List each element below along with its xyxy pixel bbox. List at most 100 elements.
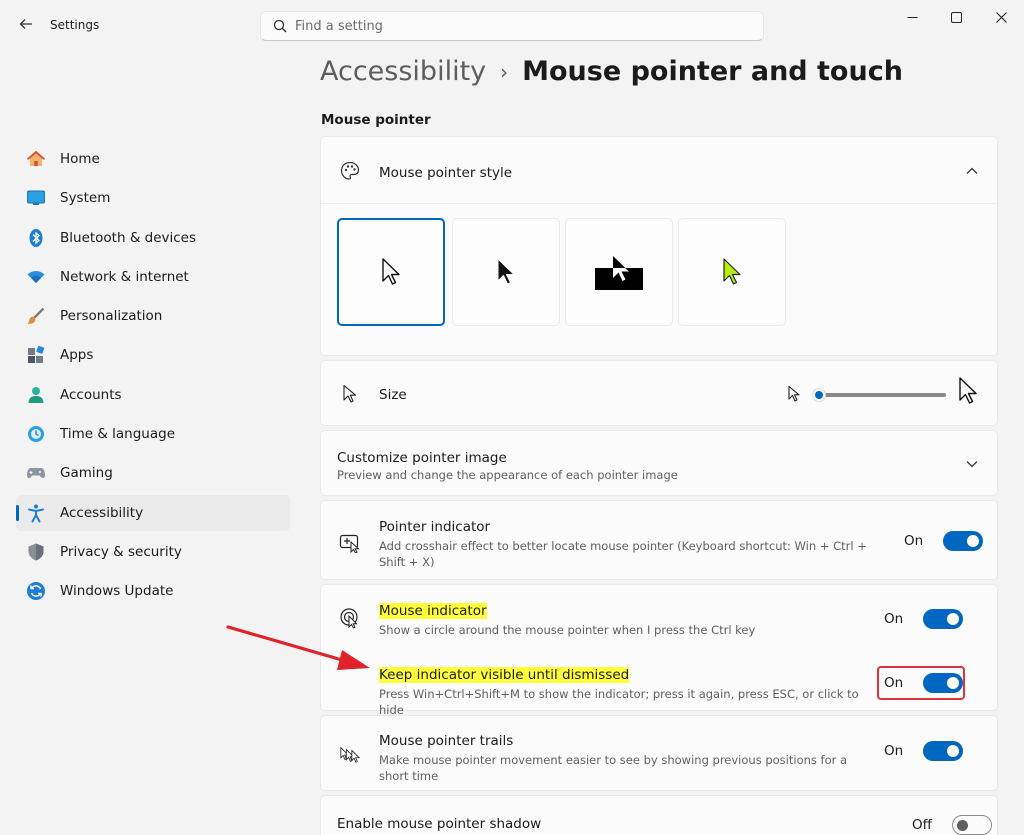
sidebar-item-label: Gaming <box>60 465 113 482</box>
pointer-style-white-option[interactable] <box>337 218 445 326</box>
sidebar-item-accounts[interactable]: Accounts <box>16 377 290 413</box>
size-slider-track[interactable] <box>818 393 946 397</box>
customize-desc: Preview and change the appearance of eac… <box>337 468 678 482</box>
size-slider-thumb[interactable] <box>812 388 826 402</box>
mouse-indicator-title-highlight: Mouse indicator <box>379 603 487 619</box>
customize-text: Customize pointer image Preview and chan… <box>337 450 678 483</box>
sidebar-item-label: Accounts <box>60 386 122 403</box>
keep-indicator-title-highlight: Keep indicator visible until dismissed <box>379 667 630 683</box>
pointer-trails-text: Mouse pointer trails Make mouse pointer … <box>379 733 849 784</box>
search-input[interactable] <box>295 18 725 34</box>
search-box[interactable] <box>260 11 764 41</box>
size-title: Size <box>379 387 407 403</box>
mouse-indicator-toggle[interactable] <box>923 609 964 629</box>
pointer-style-header[interactable]: Mouse pointer style <box>321 137 997 204</box>
sidebar-item-accessibility[interactable]: Accessibility <box>16 494 290 531</box>
custom-color-pointer-icon <box>723 258 741 285</box>
title-bar: Settings <box>0 0 1024 50</box>
pointer-shadow-toggle-group: Off <box>912 815 992 835</box>
system-icon <box>26 188 46 208</box>
sidebar-item-label: System <box>60 190 111 207</box>
sidebar-item-bluetooth[interactable]: Bluetooth & devices <box>16 220 290 256</box>
black-pointer-icon <box>497 258 515 285</box>
chevron-down-icon[interactable] <box>965 457 979 471</box>
brush-icon <box>26 306 46 326</box>
sidebar-item-label: Personalization <box>60 308 163 325</box>
annotation-highlight-box <box>877 666 965 700</box>
sidebar-item-label: Privacy & security <box>60 543 182 560</box>
network-icon <box>26 267 46 287</box>
mouse-indicator-state: On <box>884 611 904 627</box>
customize-pointer-card[interactable]: Customize pointer image Preview and chan… <box>320 430 998 496</box>
pointer-indicator-title: Pointer indicator <box>379 519 491 535</box>
inverted-pointer-icon <box>595 256 643 290</box>
pointer-shadow-card: Enable mouse pointer shadow Off <box>320 795 998 835</box>
mouse-indicator-title: Mouse indicator <box>379 603 879 619</box>
time-language-icon <box>26 424 46 444</box>
sidebar-nav: Home System Bluetooth & devices Network … <box>16 141 290 613</box>
customize-title: Customize pointer image <box>337 450 507 466</box>
pointer-indicator-toggle-group: On <box>904 531 984 551</box>
shield-icon <box>26 542 46 562</box>
pointer-trails-title: Mouse pointer trails <box>379 733 514 749</box>
sidebar-item-privacy-security[interactable]: Privacy & security <box>16 534 290 570</box>
mouse-indicator-toggle-group: On <box>884 609 964 629</box>
breadcrumb-parent-link[interactable]: Accessibility <box>320 56 486 87</box>
pointer-shadow-toggle[interactable] <box>951 815 992 835</box>
sidebar-item-home[interactable]: Home <box>16 141 290 177</box>
pointer-indicator-toggle[interactable] <box>943 531 984 551</box>
sidebar-item-system[interactable]: System <box>16 180 290 216</box>
close-icon <box>995 11 1007 23</box>
maximize-button[interactable] <box>941 6 971 28</box>
sidebar-item-label: Home <box>60 151 100 167</box>
back-button[interactable] <box>14 12 38 36</box>
search-icon <box>273 19 287 33</box>
breadcrumb-separator: › <box>500 59 509 84</box>
keep-indicator-text: Keep indicator visible until dismissed P… <box>379 667 879 718</box>
section-title: Mouse pointer <box>321 112 431 128</box>
sidebar-item-personalization[interactable]: Personalization <box>16 298 290 334</box>
crosshair-indicator-icon <box>339 532 361 554</box>
pointer-trails-icon <box>339 744 361 766</box>
sidebar-item-gaming[interactable]: Gaming <box>16 455 290 491</box>
back-arrow-icon <box>19 19 32 29</box>
pointer-style-custom-option[interactable] <box>678 218 786 326</box>
accounts-icon <box>26 385 46 405</box>
pointer-style-black-option[interactable] <box>452 218 560 326</box>
sidebar-item-time-language[interactable]: Time & language <box>16 416 290 452</box>
annotation-arrow <box>226 625 370 670</box>
pointer-trails-toggle[interactable] <box>923 741 964 761</box>
sidebar-item-apps[interactable]: Apps <box>16 337 290 373</box>
breadcrumb: Accessibility › Mouse pointer and touch <box>320 56 903 87</box>
sidebar-item-label: Bluetooth & devices <box>60 229 197 246</box>
sidebar-item-label: Accessibility <box>60 504 144 521</box>
apps-icon <box>26 345 46 365</box>
pointer-style-inverted-option[interactable] <box>565 218 673 326</box>
accessibility-icon <box>26 503 46 523</box>
pointer-shadow-state: Off <box>912 817 932 833</box>
maximize-icon <box>950 11 962 23</box>
sidebar-item-network[interactable]: Network & internet <box>16 259 290 295</box>
white-pointer-icon <box>382 258 400 285</box>
large-pointer-icon <box>959 377 977 404</box>
pointer-trails-desc: Make mouse pointer movement easier to se… <box>379 753 848 783</box>
pointer-indicator-text: Pointer indicator Add crosshair effect t… <box>379 519 879 570</box>
palette-icon <box>339 160 361 182</box>
pointer-trails-state: On <box>884 743 904 759</box>
close-button[interactable] <box>986 6 1016 28</box>
pointer-style-title: Mouse pointer style <box>379 165 513 181</box>
minimize-button[interactable] <box>897 6 927 28</box>
keep-indicator-title: Keep indicator visible until dismissed <box>379 667 879 683</box>
gaming-icon <box>26 463 46 483</box>
sidebar-item-label: Network & internet <box>60 268 189 285</box>
chevron-up-icon[interactable] <box>965 164 979 178</box>
minimize-icon <box>907 16 917 18</box>
mouse-indicator-desc: Show a circle around the mouse pointer w… <box>379 623 756 637</box>
pointer-trails-toggle-group: On <box>884 741 964 761</box>
pointer-size-icon <box>339 383 361 405</box>
home-icon <box>26 149 46 169</box>
sidebar-item-label: Apps <box>60 347 94 364</box>
sidebar-item-windows-update[interactable]: Windows Update <box>16 573 290 609</box>
pointer-indicator-card: Pointer indicator Add crosshair effect t… <box>320 500 998 580</box>
app-title: Settings <box>50 18 100 32</box>
